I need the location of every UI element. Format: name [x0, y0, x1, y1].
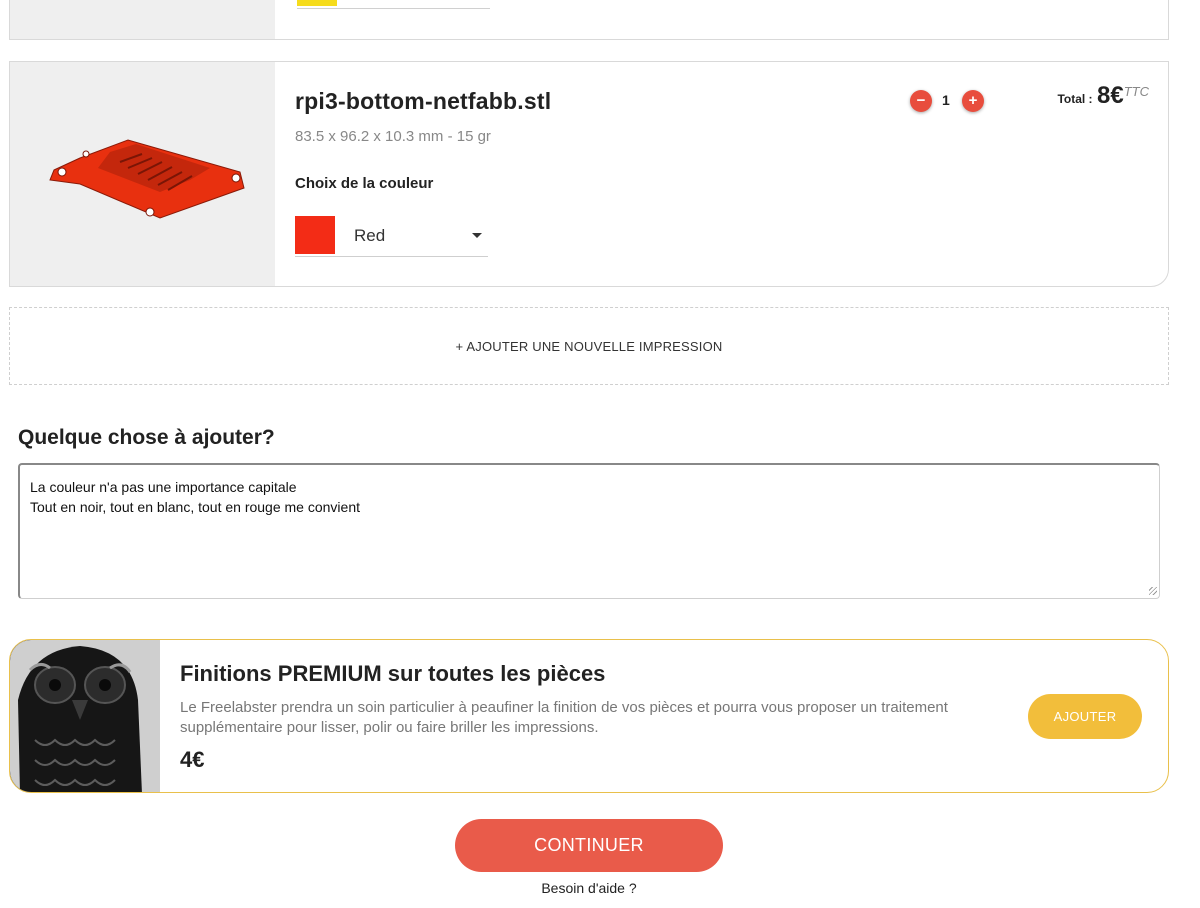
total-tax-suffix: TTC [1123, 84, 1149, 99]
previous-item-card [9, 0, 1169, 40]
notes-title: Quelque chose à ajouter? [18, 426, 275, 449]
quantity-value: 1 [942, 92, 950, 108]
add-new-print-button[interactable]: + AJOUTER UNE NOUVELLE IMPRESSION [9, 307, 1169, 385]
notes-textarea[interactable]: La couleur n'a pas une importance capita… [18, 463, 1160, 599]
item-total: Total : 8€TTC [1057, 82, 1149, 110]
plus-icon: + [968, 92, 978, 109]
file-name: rpi3-bottom-netfabb.stl [295, 88, 552, 114]
quantity-decrease-button[interactable]: − [910, 90, 932, 112]
add-new-print-label: + AJOUTER UNE NOUVELLE IMPRESSION [455, 339, 723, 354]
model-preview [10, 62, 275, 286]
color-swatch [295, 216, 335, 254]
owl-figurine-image [10, 640, 160, 792]
textarea-resize-handle[interactable] [1149, 587, 1157, 595]
previous-item-color-underline [297, 8, 490, 9]
quantity-increase-button[interactable]: + [962, 90, 984, 112]
premium-finish-image [10, 640, 160, 792]
premium-description: Le Freelabster prendra un soin particuli… [180, 699, 948, 736]
total-value: 8€ [1097, 82, 1124, 109]
model-preview-image [49, 139, 245, 219]
premium-finish-card: Finitions PREMIUM sur toutes les pièces … [9, 639, 1169, 793]
previous-item-thumbnail [10, 0, 275, 39]
color-choice-title: Choix de la couleur [295, 175, 434, 192]
premium-title: Finitions PREMIUM sur toutes les pièces [180, 661, 606, 686]
chevron-down-icon [472, 233, 482, 238]
total-label: Total : [1057, 92, 1093, 106]
model-dimensions: 83.5 x 96.2 x 10.3 mm - 15 gr [295, 128, 491, 145]
add-premium-button[interactable]: AJOUTER [1028, 694, 1142, 739]
continue-button[interactable]: CONTINUER [455, 819, 723, 872]
premium-price: 4€ [180, 747, 205, 772]
previous-item-color-swatch[interactable] [297, 0, 337, 6]
color-select[interactable]: Red [295, 214, 488, 257]
minus-icon: − [916, 92, 926, 109]
print-item-card: rpi3-bottom-netfabb.stl 83.5 x 96.2 x 10… [9, 61, 1169, 287]
help-link[interactable]: Besoin d'aide ? [0, 880, 1178, 896]
color-select-value: Red [354, 226, 386, 245]
